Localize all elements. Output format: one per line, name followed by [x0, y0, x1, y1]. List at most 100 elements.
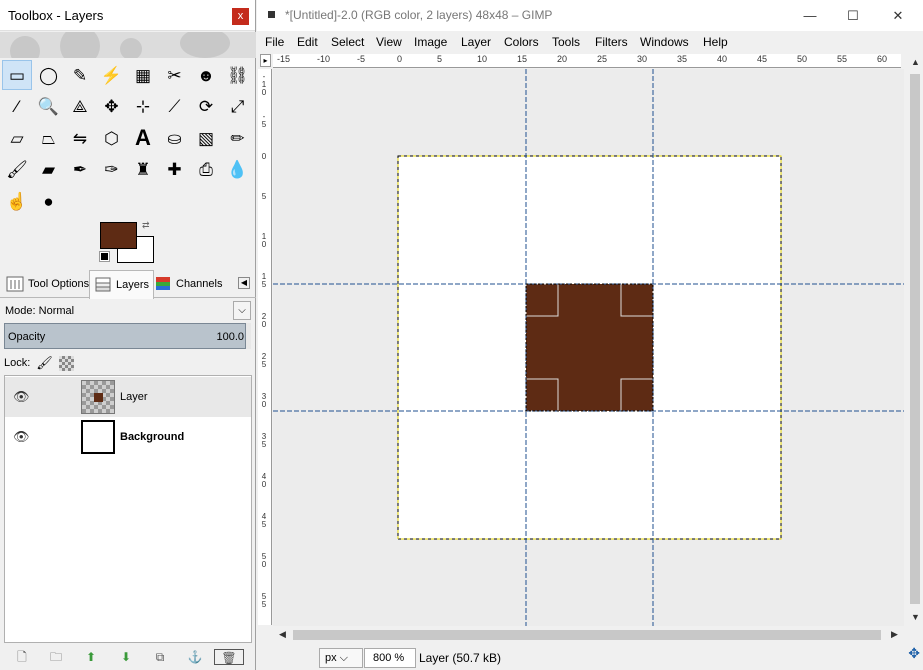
- toolbox-close-button[interactable]: x: [232, 8, 249, 25]
- image-canvas[interactable]: [273, 69, 904, 626]
- new-layer-icon[interactable]: 🗋: [13, 649, 31, 665]
- crop-icon[interactable]: ⟋: [160, 92, 190, 122]
- cage-icon[interactable]: ⬡: [97, 123, 127, 153]
- maximize-button[interactable]: ☐: [838, 6, 868, 26]
- menu-image[interactable]: Image: [414, 35, 447, 49]
- raise-layer-icon[interactable]: ⬆: [82, 649, 100, 665]
- horizontal-scroll-thumb[interactable]: [293, 630, 881, 640]
- layer-mode-label: Mode: Normal: [5, 305, 75, 317]
- opacity-spinner[interactable]: [245, 323, 251, 349]
- airbrush-icon[interactable]: ✒: [65, 155, 95, 185]
- foreground-color-swatch[interactable]: [100, 222, 137, 249]
- menu-select[interactable]: Select: [331, 35, 364, 49]
- menu-view[interactable]: View: [376, 35, 402, 49]
- scroll-down-icon[interactable]: ▼: [911, 612, 920, 622]
- menu-file[interactable]: File: [265, 35, 284, 49]
- zoom-select[interactable]: 800 %: [364, 648, 416, 668]
- duplicate-layer-icon[interactable]: ⧉: [151, 649, 169, 665]
- blur-icon[interactable]: 💧: [223, 155, 253, 185]
- free-select-icon[interactable]: ✎: [65, 60, 95, 90]
- tab-layers[interactable]: Layers: [89, 270, 155, 299]
- opacity-slider[interactable]: Opacity 100.0: [4, 323, 251, 349]
- scroll-right-icon[interactable]: ▶: [891, 629, 898, 640]
- default-colors-icon[interactable]: [99, 251, 110, 262]
- layer-row-layer[interactable]: 👁 Layer: [5, 377, 251, 417]
- chevron-down-icon[interactable]: ⌵: [233, 301, 251, 320]
- toolbox-titlebar[interactable]: Toolbox - Layers x: [0, 0, 255, 31]
- image-window-titlebar[interactable]: *[Untitled]-2.0 (RGB color, 2 layers) 48…: [257, 0, 923, 31]
- lock-alpha-icon[interactable]: [58, 355, 74, 371]
- menu-edit[interactable]: Edit: [297, 35, 318, 49]
- unit-select[interactable]: px ⌵: [319, 648, 363, 668]
- perspective-clone-icon[interactable]: ⎙: [191, 155, 221, 185]
- rotate-icon[interactable]: ⟳: [191, 92, 221, 122]
- paths-icon[interactable]: ⛓: [223, 60, 253, 90]
- select-by-color-icon[interactable]: ▦: [128, 60, 158, 90]
- quick-mask-toggle[interactable]: ▸: [260, 54, 271, 67]
- paintbrush-icon[interactable]: 🖌: [2, 155, 32, 185]
- pencil-icon[interactable]: ✏: [223, 123, 253, 153]
- new-layer-group-icon[interactable]: 🗀: [47, 649, 65, 665]
- navigate-icon[interactable]: ✥: [908, 645, 920, 662]
- layer-row-background[interactable]: 👁 Background: [5, 417, 251, 457]
- layer-name[interactable]: Layer: [120, 391, 148, 403]
- vertical-ruler[interactable]: -10 -5 0 5 10 15 20 25 30 35 40 45 50 55: [258, 69, 272, 625]
- bucket-fill-icon[interactable]: ⛀: [160, 123, 190, 153]
- smudge-icon[interactable]: ☝: [2, 186, 32, 216]
- swap-colors-icon[interactable]: ⇄: [142, 220, 150, 231]
- menu-tools[interactable]: Tools: [552, 35, 580, 49]
- foreground-select-icon[interactable]: ☻: [191, 60, 221, 90]
- scroll-left-icon[interactable]: ◀: [279, 629, 286, 640]
- heal-icon[interactable]: ✚: [160, 155, 190, 185]
- lower-layer-icon[interactable]: ⬇: [117, 649, 135, 665]
- opacity-value: 100.0: [216, 331, 244, 343]
- ruler-tick-label: 60: [877, 54, 888, 64]
- eye-icon[interactable]: 👁: [13, 429, 30, 445]
- align-icon[interactable]: ⊹: [128, 92, 158, 122]
- layer-name[interactable]: Background: [120, 431, 184, 443]
- tab-tool-options[interactable]: Tool Options: [2, 270, 93, 298]
- color-area[interactable]: ⇄: [99, 220, 158, 266]
- close-button[interactable]: ✕: [883, 6, 913, 26]
- scroll-up-icon[interactable]: ▲: [911, 57, 920, 67]
- text-icon[interactable]: A: [128, 123, 158, 153]
- scissors-select-icon[interactable]: ✂: [160, 60, 190, 90]
- layer-mode-row[interactable]: Mode: Normal ⌵: [0, 300, 256, 322]
- vertical-scrollbar[interactable]: ▲ ▼: [906, 54, 923, 626]
- canvas-area[interactable]: [273, 69, 904, 626]
- rect-select-icon[interactable]: ▭: [2, 60, 32, 90]
- zoom-icon[interactable]: 🔍: [34, 92, 64, 122]
- tab-tool-options-label: Tool Options: [28, 278, 90, 290]
- eye-icon[interactable]: 👁: [13, 389, 30, 405]
- menu-windows[interactable]: Windows: [640, 35, 689, 49]
- menu-layer[interactable]: Layer: [461, 35, 491, 49]
- horizontal-ruler[interactable]: -15 -10 -5 0 5 10 15 20 25 30 35 40 45 50 55 60: [273, 54, 901, 68]
- ruler-tick-label: 45: [757, 54, 768, 64]
- minimize-button[interactable]: —: [795, 6, 825, 26]
- menu-filters[interactable]: Filters: [595, 35, 628, 49]
- horizontal-scrollbar[interactable]: ◀ ▶: [273, 627, 904, 643]
- fuzzy-select-icon[interactable]: ⚡: [97, 60, 127, 90]
- menu-help[interactable]: Help: [703, 35, 728, 49]
- tab-menu-icon[interactable]: ◀: [238, 277, 250, 289]
- lock-pixels-icon[interactable]: 🖌: [36, 355, 53, 371]
- ellipse-select-icon[interactable]: ◯: [34, 60, 64, 90]
- move-icon[interactable]: ✥: [97, 92, 127, 122]
- ink-icon[interactable]: ✑: [97, 155, 127, 185]
- delete-layer-icon[interactable]: 🗑: [214, 649, 244, 665]
- flip-icon[interactable]: ⇋: [65, 123, 95, 153]
- perspective-icon[interactable]: ⏢: [34, 123, 64, 153]
- clone-icon[interactable]: ♜: [128, 155, 158, 185]
- scale-icon[interactable]: ⤢: [223, 92, 253, 122]
- blend-icon[interactable]: ▧: [191, 123, 221, 153]
- shear-icon[interactable]: ▱: [2, 123, 32, 153]
- vertical-scroll-thumb[interactable]: [910, 74, 920, 604]
- menu-colors[interactable]: Colors: [504, 35, 539, 49]
- eraser-icon[interactable]: ▰: [34, 155, 64, 185]
- color-picker-icon[interactable]: ⁄: [2, 92, 32, 122]
- dodge-burn-icon[interactable]: ●: [34, 186, 64, 216]
- anchor-layer-icon[interactable]: ⚓: [186, 649, 204, 665]
- measure-icon[interactable]: ⟁: [65, 92, 95, 122]
- tab-channels[interactable]: Channels: [150, 270, 226, 298]
- ruler-tick-label: -10: [317, 54, 331, 64]
